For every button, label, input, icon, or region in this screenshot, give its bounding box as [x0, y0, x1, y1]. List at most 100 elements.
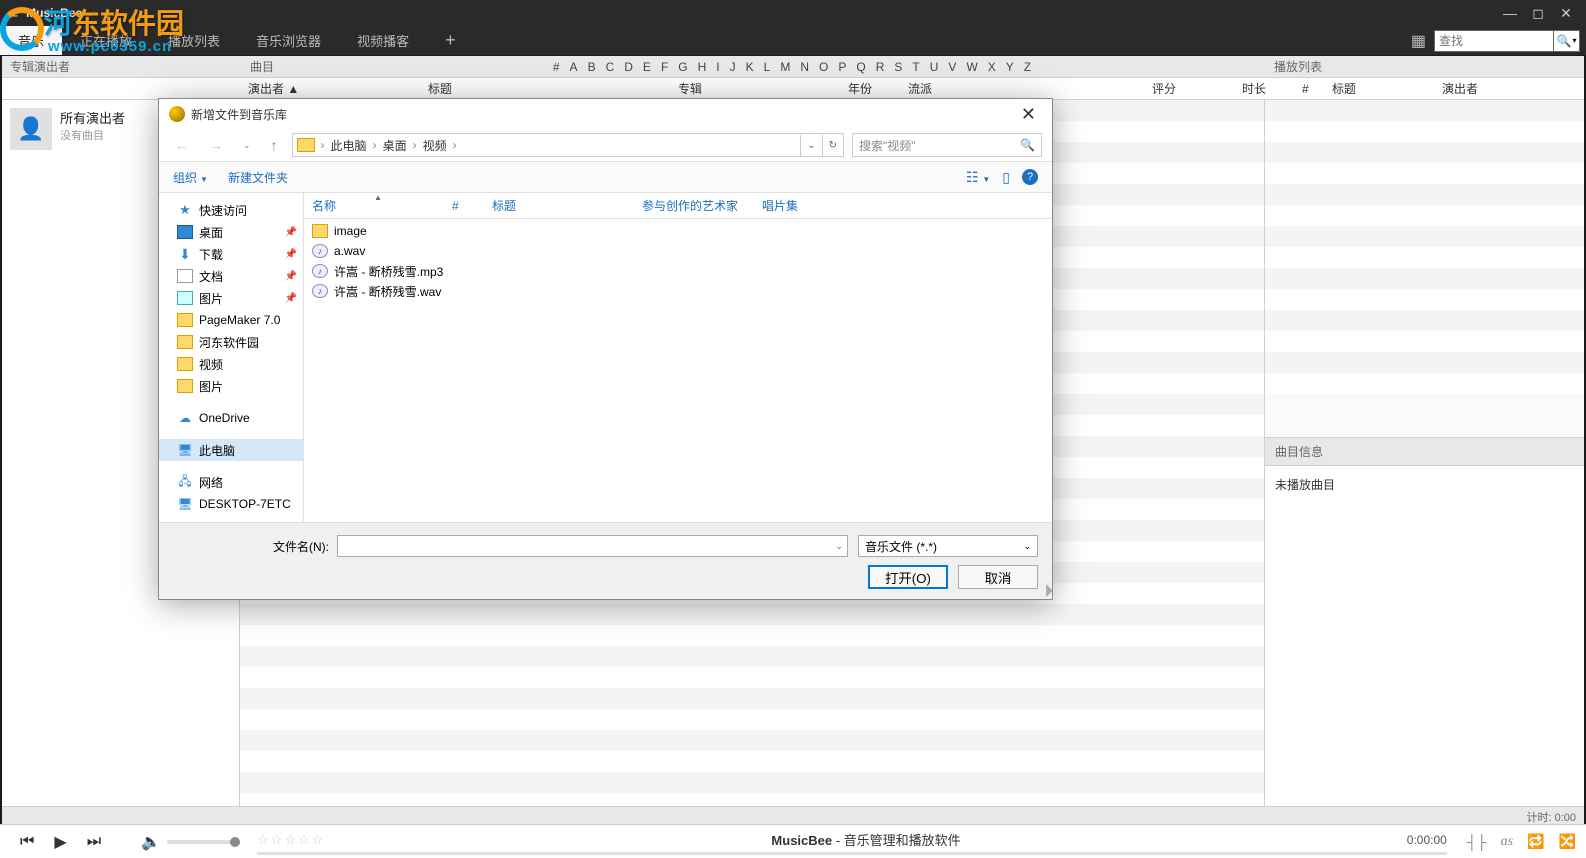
- alpha-A[interactable]: A: [570, 60, 578, 74]
- tree-item[interactable]: PageMaker 7.0: [159, 309, 303, 331]
- tree-item[interactable]: 图片📌: [159, 287, 303, 309]
- alpha-#[interactable]: #: [553, 60, 560, 74]
- refresh-button[interactable]: ↻: [822, 135, 843, 156]
- search-input[interactable]: [1434, 30, 1554, 52]
- tree-item[interactable]: 视频: [159, 353, 303, 375]
- filecol-num[interactable]: #: [444, 199, 484, 213]
- alpha-F[interactable]: F: [661, 60, 668, 74]
- alpha-V[interactable]: V: [948, 60, 956, 74]
- alpha-S[interactable]: S: [894, 60, 902, 74]
- menu-icon[interactable]: ≡: [6, 5, 22, 21]
- nav-back-button[interactable]: ←: [169, 137, 195, 153]
- tab-nowplaying[interactable]: 正在播放: [62, 26, 150, 55]
- crumb-video[interactable]: 视频: [419, 137, 451, 154]
- alpha-E[interactable]: E: [643, 60, 651, 74]
- filecol-name[interactable]: ▲名称: [304, 197, 444, 214]
- play-button[interactable]: ▶: [44, 832, 76, 852]
- crumb-desktop[interactable]: 桌面: [379, 137, 411, 154]
- col-title[interactable]: 标题: [420, 80, 670, 97]
- file-row[interactable]: ♪许嵩 - 断桥残雪.mp3: [304, 261, 1052, 281]
- volume-icon[interactable]: 🔈: [141, 832, 161, 852]
- tree-item[interactable]: 桌面📌: [159, 221, 303, 243]
- alpha-jumpbar[interactable]: #ABCDEFGHIJKLMNOPQRSTUVWXYZ: [340, 60, 1264, 74]
- tree-item[interactable]: 🖥此电脑: [159, 439, 303, 461]
- view-mode-button[interactable]: ☷ ▼: [966, 169, 990, 186]
- col-artist[interactable]: 演出者 ▲: [240, 80, 420, 97]
- alpha-G[interactable]: G: [678, 60, 687, 74]
- alpha-N[interactable]: N: [800, 60, 809, 74]
- col-year[interactable]: 年份: [840, 80, 900, 97]
- tree-item[interactable]: 文档📌: [159, 265, 303, 287]
- col-q-num[interactable]: #: [1294, 82, 1324, 96]
- breadcrumb[interactable]: › 此电脑 › 桌面 › 视频 › ⌄↻: [292, 133, 844, 157]
- col-genre[interactable]: 流派: [900, 80, 1144, 97]
- tab-add[interactable]: +: [427, 26, 474, 55]
- col-album[interactable]: 专辑: [670, 80, 840, 97]
- crumb-thispc[interactable]: 此电脑: [327, 137, 371, 154]
- alpha-M[interactable]: M: [780, 60, 790, 74]
- alpha-Y[interactable]: Y: [1006, 60, 1014, 74]
- help-button[interactable]: ?: [1022, 169, 1038, 185]
- alpha-H[interactable]: H: [698, 60, 707, 74]
- close-button[interactable]: ✕: [1552, 5, 1580, 22]
- rating-stars[interactable]: ☆☆☆☆☆: [257, 832, 325, 848]
- col-q-artist[interactable]: 演出者: [1434, 80, 1584, 97]
- filecol-artist[interactable]: 参与创作的艺术家: [634, 197, 754, 214]
- tree-item[interactable]: 🖧网络: [159, 471, 303, 493]
- minimize-button[interactable]: —: [1496, 5, 1524, 21]
- panel-layout-icon[interactable]: ▦: [1403, 31, 1434, 51]
- alpha-K[interactable]: K: [746, 60, 754, 74]
- tree-item[interactable]: ★快速访问: [159, 199, 303, 221]
- prev-button[interactable]: ⏮: [10, 833, 44, 851]
- alpha-R[interactable]: R: [876, 60, 885, 74]
- tab-browser[interactable]: 音乐浏览器: [238, 26, 339, 55]
- alpha-X[interactable]: X: [988, 60, 996, 74]
- alpha-L[interactable]: L: [764, 60, 771, 74]
- alpha-Z[interactable]: Z: [1024, 60, 1031, 74]
- maximize-button[interactable]: ◻: [1524, 5, 1552, 22]
- tab-podcast[interactable]: 视频播客: [339, 26, 427, 55]
- col-q-title[interactable]: 标题: [1324, 80, 1434, 97]
- alpha-D[interactable]: D: [624, 60, 633, 74]
- tree-item[interactable]: 图片: [159, 375, 303, 397]
- tree-item[interactable]: ☁OneDrive: [159, 407, 303, 429]
- preview-pane-button[interactable]: ▯: [1002, 169, 1010, 186]
- filecol-album[interactable]: 唱片集: [754, 197, 834, 214]
- tab-music[interactable]: 音乐: [0, 26, 62, 55]
- organize-menu[interactable]: 组织▼: [173, 169, 208, 186]
- tree-item[interactable]: ⬇下载📌: [159, 243, 303, 265]
- file-row[interactable]: ♪许嵩 - 断桥残雪.wav: [304, 281, 1052, 301]
- alpha-U[interactable]: U: [930, 60, 939, 74]
- alpha-B[interactable]: B: [588, 60, 596, 74]
- repeat-icon[interactable]: 🔁: [1527, 833, 1544, 850]
- nav-recent-button[interactable]: ⌄: [237, 140, 257, 151]
- tab-playlists[interactable]: 播放列表: [150, 26, 238, 55]
- alpha-Q[interactable]: Q: [856, 60, 865, 74]
- nav-forward-button[interactable]: →: [203, 137, 229, 153]
- shuffle-icon[interactable]: 🔀: [1559, 833, 1576, 850]
- col-rating[interactable]: 评分: [1144, 80, 1234, 97]
- dialog-search-input[interactable]: 搜索"视频"🔍: [852, 133, 1042, 157]
- tree-item[interactable]: 河东软件园: [159, 331, 303, 353]
- eq-icon[interactable]: ┤├: [1467, 834, 1487, 850]
- filecol-title[interactable]: 标题: [484, 197, 634, 214]
- alpha-J[interactable]: J: [730, 60, 736, 74]
- dialog-close-button[interactable]: ✕: [1015, 104, 1042, 125]
- file-row[interactable]: ♪a.wav: [304, 241, 1052, 261]
- title-dropdown-icon[interactable]: ⌄: [86, 8, 94, 19]
- lastfm-icon[interactable]: ɑs: [1501, 834, 1513, 850]
- artist-name[interactable]: 所有演出者: [60, 108, 125, 127]
- path-dropdown-icon[interactable]: ⌄: [800, 135, 821, 156]
- filetype-select[interactable]: 音乐文件 (*.*)⌄: [858, 535, 1038, 557]
- alpha-P[interactable]: P: [838, 60, 846, 74]
- search-button[interactable]: 🔍▾: [1554, 30, 1580, 52]
- filename-input[interactable]: ⌄: [337, 535, 848, 557]
- alpha-T[interactable]: T: [912, 60, 919, 74]
- file-row[interactable]: image: [304, 221, 1052, 241]
- tree-item[interactable]: 🖥DESKTOP-7ETC: [159, 493, 303, 515]
- alpha-O[interactable]: O: [819, 60, 828, 74]
- new-folder-button[interactable]: 新建文件夹: [228, 169, 288, 186]
- cancel-button[interactable]: 取消: [958, 565, 1038, 589]
- next-button[interactable]: ⏭: [77, 833, 111, 851]
- alpha-C[interactable]: C: [606, 60, 615, 74]
